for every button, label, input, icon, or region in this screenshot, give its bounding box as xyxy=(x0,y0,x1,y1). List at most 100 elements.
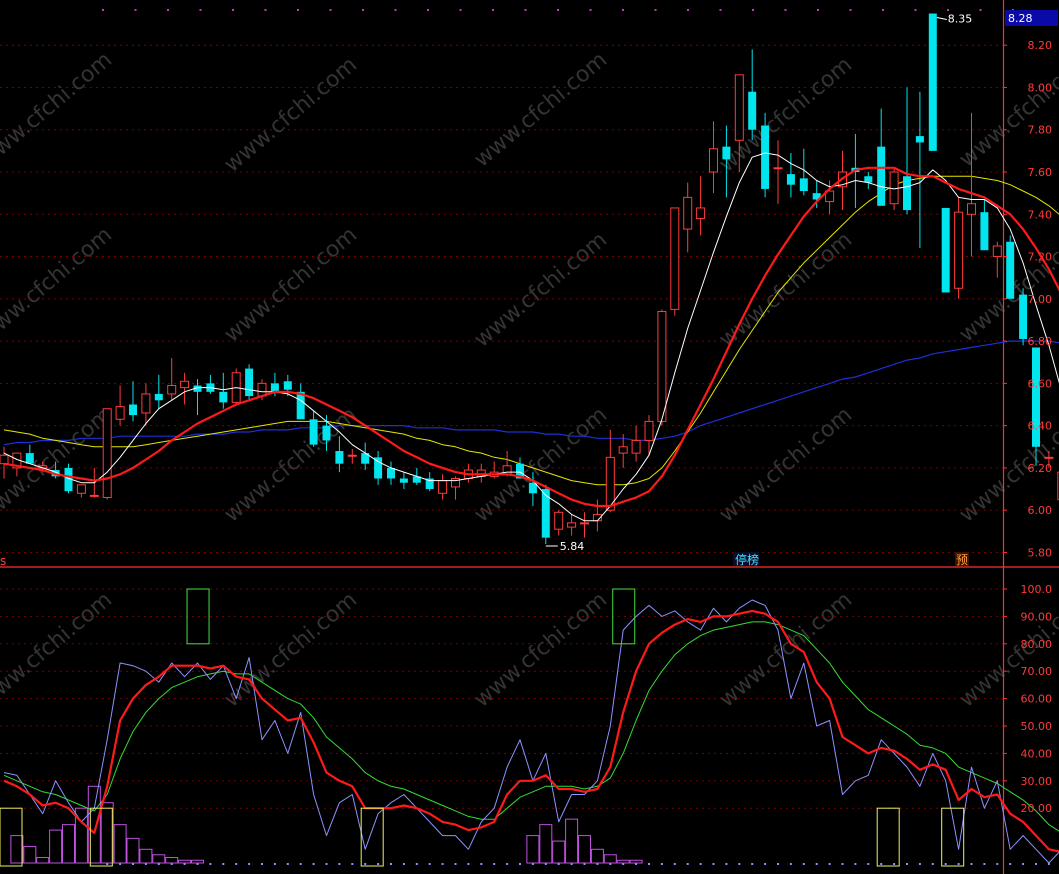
up-candle xyxy=(180,380,190,389)
baseline-dot xyxy=(931,863,934,865)
baseline-dot xyxy=(635,863,638,865)
histogram-bar xyxy=(113,824,127,864)
watermark-text: www.cfchi.com xyxy=(220,222,362,347)
top-marker-dot xyxy=(979,9,982,11)
baseline-dot xyxy=(106,863,109,865)
top-marker-dot xyxy=(784,9,787,11)
top-marker-dot xyxy=(752,9,754,11)
down-candle xyxy=(335,451,344,464)
down-candle xyxy=(387,467,395,479)
up-candle xyxy=(347,454,357,457)
down-candle xyxy=(541,489,550,538)
baseline-dot xyxy=(622,863,625,865)
baseline-dot xyxy=(699,863,702,865)
baseline-dot xyxy=(880,863,883,865)
baseline-dot xyxy=(802,863,805,865)
up-candle xyxy=(734,74,744,141)
down-candle xyxy=(722,146,731,160)
up-candle xyxy=(476,469,486,477)
baseline-dot xyxy=(557,863,560,865)
baseline-dot xyxy=(583,863,586,865)
limit-tag: 停榜 xyxy=(735,552,759,567)
baseline-dot xyxy=(248,863,251,865)
ma-slow-line xyxy=(3,175,1059,486)
histogram-bar xyxy=(616,859,630,864)
ma-long-line xyxy=(3,340,1059,446)
top-marker-dot xyxy=(492,9,494,11)
histogram-bar xyxy=(62,824,75,864)
down-candle xyxy=(270,383,279,392)
osc-tick-label: 60.00 xyxy=(1021,693,1053,706)
top-marker-dot xyxy=(232,9,234,11)
up-candle xyxy=(102,408,112,499)
baseline-dot xyxy=(712,863,715,865)
watermark-text: www.cfchi.com xyxy=(470,587,612,712)
baseline-dot xyxy=(789,863,792,865)
baseline-dot xyxy=(660,863,663,865)
top-marker-dot xyxy=(654,9,657,11)
baseline-dot xyxy=(209,863,212,865)
baseline-dot xyxy=(493,863,496,865)
baseline-dot xyxy=(544,863,547,865)
osc-raw-line xyxy=(3,599,1059,864)
top-marker-dot xyxy=(882,9,884,11)
price-tick-label: 7.00 xyxy=(1028,293,1053,306)
baseline-dot xyxy=(957,863,960,865)
up-candle xyxy=(644,420,654,441)
up-candle xyxy=(554,511,564,530)
baseline-dot xyxy=(286,863,289,865)
watermark-text: www.cfchi.com xyxy=(220,52,362,177)
up-candle xyxy=(167,384,177,395)
histogram-bar xyxy=(23,846,37,864)
top-marker-dot xyxy=(622,9,624,11)
osc-tick-label: 70.00 xyxy=(1021,665,1053,678)
histogram-bar xyxy=(152,854,166,864)
top-marker-dot xyxy=(557,9,559,11)
baseline-dot xyxy=(183,863,186,865)
watermark-text: www.cfchi.com xyxy=(220,587,362,712)
histogram-bar xyxy=(590,848,604,864)
up-candle xyxy=(438,480,448,494)
price-tick-label: 6.00 xyxy=(1028,504,1053,517)
top-marker-dot xyxy=(589,9,592,11)
down-candle xyxy=(154,393,163,401)
baseline-dot xyxy=(815,863,818,865)
baseline-dot xyxy=(454,863,457,865)
price-tick-label: 6.40 xyxy=(1028,420,1053,433)
osc-tick-label: 50.00 xyxy=(1021,720,1053,733)
down-candle xyxy=(748,91,757,130)
histogram-bar xyxy=(526,835,540,864)
histogram-bar xyxy=(126,837,140,864)
baseline-dot xyxy=(170,863,173,865)
baseline-dot xyxy=(390,863,392,865)
histogram-bar xyxy=(578,835,591,864)
baseline-dot xyxy=(1022,863,1025,865)
watermark-text: www.cfchi.com xyxy=(470,227,612,352)
baseline-dot xyxy=(132,863,134,865)
top-marker-dot xyxy=(199,9,202,11)
up-candle xyxy=(580,522,589,525)
baseline-dot xyxy=(351,863,354,865)
top-marker-dot xyxy=(914,9,917,11)
watermark-text: www.cfchi.com xyxy=(0,47,117,172)
baseline-dot xyxy=(428,863,431,865)
histogram-bar xyxy=(49,829,63,864)
baseline-dot xyxy=(235,863,238,865)
up-candle xyxy=(89,494,99,497)
price-tick-label: 7.40 xyxy=(1028,208,1053,221)
up-candle xyxy=(889,171,899,205)
osc-tick-label: 40.00 xyxy=(1021,747,1053,760)
top-marker-dot xyxy=(264,9,267,11)
up-candle xyxy=(683,196,693,230)
watermark-text: www.cfchi.com xyxy=(0,587,117,712)
baseline-dot xyxy=(415,863,418,865)
up-candle xyxy=(954,211,964,289)
top-marker-dot xyxy=(167,9,169,11)
baseline-dot xyxy=(144,863,147,865)
baseline-dot xyxy=(299,863,302,865)
down-candle xyxy=(903,176,911,211)
top-marker-dot xyxy=(329,9,332,11)
top-marker-dot xyxy=(719,9,722,11)
osc-tick-label: 30.00 xyxy=(1021,775,1053,788)
osc-tick-label: 80.00 xyxy=(1021,638,1053,651)
